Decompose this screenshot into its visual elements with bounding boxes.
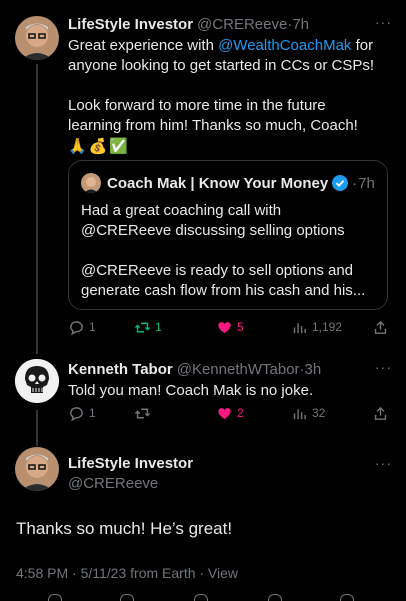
tweet-header: Kenneth Tabor @KennethWTabor · 3h (68, 360, 392, 379)
avatar (81, 173, 101, 193)
avatar[interactable] (15, 16, 59, 60)
tweet-time[interactable]: 7h (292, 15, 309, 34)
tweet-text: Told you man! Coach Mak is no joke. (68, 382, 314, 399)
like-count: 5 (237, 320, 244, 334)
reply-icon (70, 320, 83, 335)
main-tweet-text: Thanks so much! He’s great! (16, 519, 233, 538)
share-button[interactable] (372, 319, 393, 336)
author-handle[interactable]: @KennethWTabor (177, 360, 300, 379)
quoted-tweet-header: Coach Mak | Know Your Money · 7h (81, 173, 375, 193)
author-name[interactable]: Kenneth Tabor (68, 360, 173, 379)
author-name[interactable]: LifeStyle Investor (68, 454, 392, 474)
heart-icon (218, 407, 231, 419)
quoted-text-line: generate cash flow from his cash and his… (81, 282, 366, 299)
views-button[interactable]: 1,192 (291, 319, 342, 336)
quoted-tweet-text: Had a great coaching call with @CREReeve… (81, 201, 375, 301)
bottom-action-bar (0, 590, 406, 601)
thread-line (36, 410, 38, 446)
tweet[interactable]: LifeStyle Investor @CREReeve · 7h ··· Gr… (68, 15, 392, 156)
reply-icon[interactable] (48, 594, 62, 601)
avatar[interactable] (15, 359, 59, 403)
retweet-icon (134, 408, 151, 418)
avatar[interactable] (15, 447, 59, 491)
reply-button[interactable]: 1 (68, 319, 96, 336)
more-icon[interactable]: ··· (375, 456, 392, 470)
tweet-actions: 1 2 32 (68, 403, 390, 423)
share-icon[interactable] (340, 594, 354, 601)
reply-icon (70, 406, 83, 421)
reply-count: 1 (89, 406, 96, 420)
retweet-count: 1 (155, 320, 162, 334)
main-tweet-header: LifeStyle Investor @CREReeve ··· (68, 454, 392, 494)
view-count: 32 (312, 406, 326, 420)
like-button[interactable]: 2 (216, 405, 244, 422)
share-icon (374, 406, 387, 420)
tweet-header: LifeStyle Investor @CREReeve · 7h (68, 15, 392, 34)
tweet-text-line: learning from him! Thanks so much, Coach… (68, 117, 358, 134)
tweet-actions: 1 1 5 1,192 (68, 317, 390, 337)
heart-icon (218, 321, 231, 333)
tweet-text-line: anyone looking to get started in CCs or … (68, 57, 374, 74)
author-handle[interactable]: @CREReeve (68, 474, 392, 494)
author-handle[interactable]: @CREReeve (197, 15, 287, 34)
tweet-text-part: Great experience with (68, 37, 219, 54)
author-name[interactable]: LifeStyle Investor (68, 15, 193, 34)
like-count: 2 (237, 406, 244, 420)
retweet-icon[interactable] (120, 594, 134, 601)
reply-button[interactable]: 1 (68, 405, 96, 422)
retweet-icon (134, 322, 151, 332)
emoji-line: 🙏💰✅ (68, 137, 131, 155)
separator: · (352, 174, 358, 192)
view-count: 1,192 (312, 320, 343, 334)
tweet-text: Great experience with @WealthCoachMak fo… (68, 36, 392, 156)
author-name: Coach Mak | Know Your Money (107, 174, 329, 192)
tweet-time[interactable]: 3h (305, 360, 322, 379)
quoted-text-line: Had a great coaching call with (81, 202, 282, 219)
retweet-button[interactable]: 1 (134, 319, 162, 336)
bookmark-icon[interactable] (268, 594, 282, 601)
like-button[interactable]: 5 (216, 319, 244, 336)
more-icon[interactable]: ··· (375, 15, 392, 29)
views-button[interactable]: 32 (291, 405, 325, 422)
views-icon (293, 322, 306, 333)
more-icon[interactable]: ··· (375, 360, 392, 374)
tweet-time: 7h (358, 174, 375, 192)
thread-line (36, 64, 38, 354)
share-button[interactable] (372, 405, 393, 422)
mention-link[interactable]: @WealthCoachMak (218, 37, 351, 54)
quoted-tweet[interactable]: Coach Mak | Know Your Money · 7h Had a g… (68, 160, 388, 310)
tweet[interactable]: Kenneth Tabor @KennethWTabor · 3h ··· To… (68, 360, 392, 401)
share-icon (374, 320, 387, 334)
tweet-meta: 4:58 PM · 5/11/23 from Earth · View (16, 565, 239, 581)
reply-count: 1 (89, 320, 96, 334)
views-icon (293, 408, 306, 419)
verified-icon (332, 175, 349, 191)
tweet-text-part: for (351, 37, 374, 54)
retweet-button[interactable] (134, 405, 155, 422)
quoted-text-line: @CREReeve is ready to sell options and (81, 262, 354, 279)
tweet-text-line: Look forward to more time in the future (68, 97, 326, 114)
quoted-text-line: @CREReeve discussing selling options (81, 222, 345, 239)
heart-icon[interactable] (194, 594, 208, 601)
